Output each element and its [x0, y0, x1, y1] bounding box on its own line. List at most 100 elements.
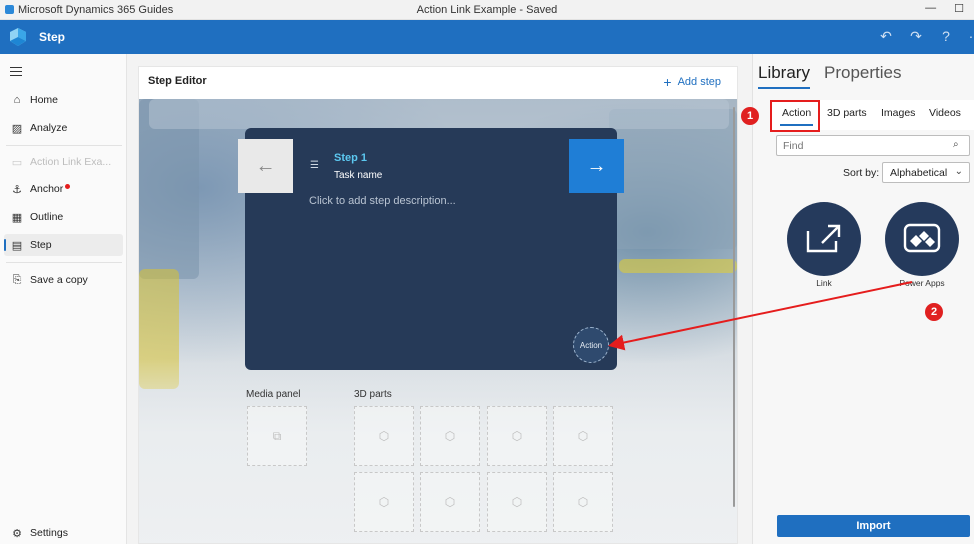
- action-label: Action: [579, 340, 603, 350]
- import-label: Import: [856, 520, 891, 532]
- guides-logo-icon: [10, 28, 26, 46]
- power-apps-icon: [903, 223, 941, 253]
- image-placeholder-icon: ⧉: [272, 428, 282, 443]
- background-blur: [619, 259, 737, 273]
- callout-2: 2: [925, 303, 943, 321]
- 3d-part-slot[interactable]: ⬡: [487, 406, 547, 466]
- tab-videos[interactable]: Videos: [929, 107, 961, 119]
- 3d-part-slot[interactable]: ⬡: [553, 406, 613, 466]
- find-input[interactable]: [776, 135, 970, 156]
- nav-item-label: Home: [30, 94, 59, 106]
- left-navigation: ⌂ Home ▨ Analyze ▭ Action Link Exa... ⚓ …: [0, 54, 127, 544]
- document-title: Action Link Example - Saved: [416, 4, 558, 16]
- guide-icon: ▭: [11, 156, 23, 169]
- sort-value: Alphabetical: [890, 167, 948, 179]
- redo-icon[interactable]: ↷: [908, 28, 924, 45]
- 3d-part-slot[interactable]: ⬡: [354, 472, 414, 532]
- 3d-part-slot[interactable]: ⬡: [420, 406, 480, 466]
- 3d-part-icon: ⬡: [444, 429, 456, 443]
- tab-library[interactable]: Library: [758, 63, 810, 83]
- tab-images[interactable]: Images: [881, 107, 915, 119]
- 3d-part-slot[interactable]: ⬡: [420, 472, 480, 532]
- nav-divider: [6, 145, 122, 146]
- 3d-part-icon: ⬡: [511, 429, 523, 443]
- nav-item-analyze[interactable]: ▨ Analyze: [4, 117, 123, 139]
- step-icon: ▤: [11, 239, 23, 252]
- page-title: Step: [39, 30, 66, 44]
- nav-item-label: Outline: [30, 211, 64, 223]
- link-icon: [806, 224, 841, 253]
- nav-item-settings[interactable]: ⚙ Settings: [4, 522, 123, 544]
- step-description-field[interactable]: Click to add step description...: [309, 195, 456, 207]
- nav-item-step[interactable]: ▤ Step: [4, 234, 123, 256]
- library-item-link[interactable]: [787, 202, 861, 276]
- media-panel-label: Media panel: [246, 389, 301, 400]
- outline-icon: ▦: [11, 211, 23, 224]
- step-editor-title: Step Editor: [148, 75, 207, 87]
- 3d-part-slot[interactable]: ⬡: [487, 472, 547, 532]
- tab-3d-parts[interactable]: 3D parts: [827, 107, 867, 119]
- library-tab-underline: [758, 87, 810, 89]
- 3d-part-icon: ⬡: [378, 429, 390, 443]
- add-step-label: Add step: [677, 76, 721, 88]
- 3d-part-slot[interactable]: ⬡: [553, 472, 613, 532]
- nav-item-anchor[interactable]: ⚓ Anchor: [4, 178, 123, 200]
- next-step-button[interactable]: →: [569, 139, 624, 193]
- background-blur: [609, 109, 737, 249]
- sort-label: Sort by:: [843, 167, 880, 179]
- settings-icon: ⚙: [12, 527, 22, 540]
- media-slot[interactable]: ⧉: [247, 406, 307, 466]
- nav-item-label: Save a copy: [30, 274, 88, 286]
- analyze-icon: ▨: [11, 122, 23, 135]
- nav-item-label: Action Link Exa...: [30, 156, 112, 168]
- maximize-button[interactable]: ☐: [954, 2, 964, 15]
- status-icon: ·: [968, 28, 974, 44]
- import-button[interactable]: Import: [777, 515, 970, 537]
- anchor-icon: ⚓: [12, 183, 22, 196]
- nav-item-label: Anchor: [30, 183, 64, 195]
- 3d-part-icon: ⬡: [511, 495, 523, 509]
- menu-icon[interactable]: [10, 67, 22, 79]
- library-item-power-apps[interactable]: [885, 202, 959, 276]
- library-item-name: Link: [816, 278, 832, 288]
- 3d-part-slot[interactable]: ⬡: [354, 406, 414, 466]
- title-bar: Microsoft Dynamics 365 Guides Action Lin…: [0, 0, 974, 20]
- step-title[interactable]: Step 1: [334, 152, 367, 164]
- nav-divider: [6, 262, 122, 263]
- sort-dropdown[interactable]: Alphabetical ⌄: [882, 162, 970, 183]
- window-controls: — ☐: [925, 2, 964, 15]
- chevron-down-icon: ⌄: [954, 166, 963, 177]
- 3d-part-icon: ⬡: [378, 495, 390, 509]
- plus-icon: +: [663, 73, 672, 90]
- 3d-part-icon: ⬡: [577, 495, 589, 509]
- nav-item-save-copy[interactable]: ⎘ Save a copy: [4, 269, 123, 291]
- help-icon[interactable]: ?: [938, 28, 954, 45]
- save-copy-icon: ⎘: [12, 273, 22, 286]
- 3d-part-icon: ⬡: [444, 495, 456, 509]
- task-name[interactable]: Task name: [334, 170, 382, 181]
- nav-item-label: Analyze: [30, 122, 68, 134]
- nav-item-label: Settings: [30, 527, 68, 539]
- nav-item-home[interactable]: ⌂ Home: [4, 89, 123, 111]
- previous-step-button[interactable]: ←: [238, 139, 293, 193]
- highlight-box: [770, 100, 820, 132]
- 3d-part-icon: ⬡: [577, 429, 589, 443]
- callout-1: 1: [741, 107, 759, 125]
- nav-item-outline[interactable]: ▦ Outline: [4, 206, 123, 228]
- background-blur: [149, 99, 729, 129]
- add-step-button[interactable]: + Add step: [663, 73, 721, 90]
- 3d-parts-label: 3D parts: [354, 389, 392, 400]
- tab-properties[interactable]: Properties: [824, 63, 901, 83]
- notification-dot: [65, 183, 71, 189]
- minimize-button[interactable]: —: [925, 2, 936, 15]
- list-icon: ☰: [310, 160, 319, 171]
- action-button[interactable]: Action: [573, 327, 609, 363]
- nav-item-guide: ▭ Action Link Exa...: [4, 151, 123, 173]
- arrow-right-icon: →: [586, 154, 607, 177]
- app-header: Step ↶ ↷ ? ·: [0, 20, 974, 54]
- undo-icon[interactable]: ↶: [878, 28, 894, 45]
- search-icon[interactable]: ⌕: [953, 139, 959, 150]
- editor-scrollbar[interactable]: [733, 107, 735, 507]
- library-item-name: Power Apps: [899, 278, 945, 288]
- home-icon: ⌂: [13, 94, 21, 106]
